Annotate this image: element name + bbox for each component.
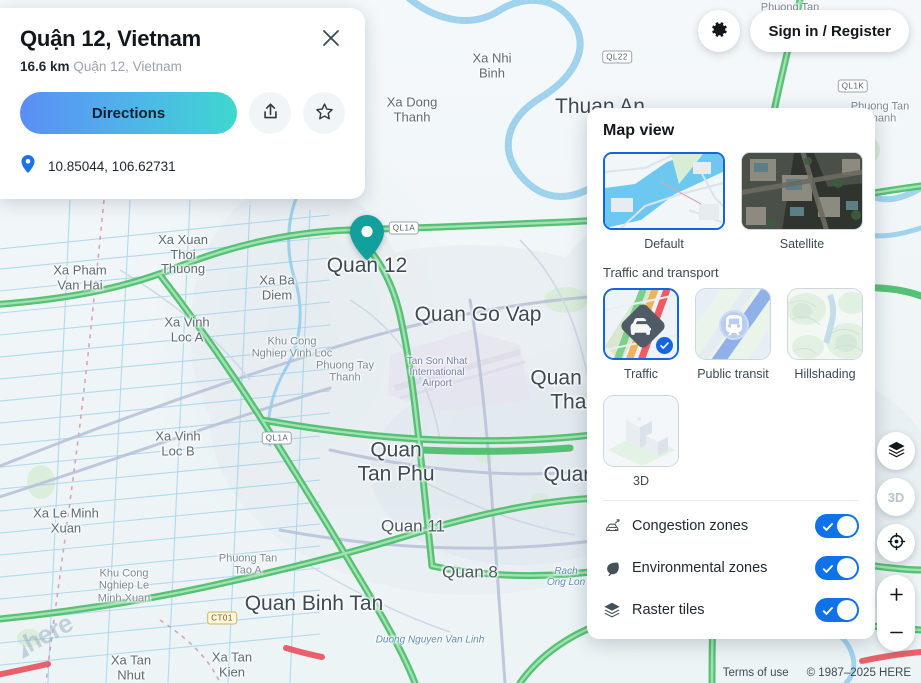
road-shield: QL22 <box>602 50 632 64</box>
top-right-controls: Sign in / Register <box>698 10 909 52</box>
traffic-transport-section-label: Traffic and transport <box>603 265 719 280</box>
place-card-header: Quận 12, Vietnam <box>20 26 345 52</box>
base-style-row: Default Satellite <box>603 152 863 251</box>
zoom-out-button[interactable] <box>877 613 915 651</box>
map-marker-pin[interactable] <box>348 214 386 262</box>
map-style-satellite[interactable]: Satellite <box>741 152 863 251</box>
map-control-stack: 3D <box>877 432 915 570</box>
overlay-public-transit[interactable]: Public transit <box>695 288 771 381</box>
overlay-public-transit-label: Public transit <box>697 367 769 381</box>
compass-locate-icon <box>887 532 906 554</box>
layers-button[interactable] <box>877 432 915 470</box>
zoom-controls <box>877 575 915 651</box>
overlay-traffic-label: Traffic <box>623 367 659 381</box>
switch-knob <box>837 558 857 578</box>
coordinates-text: 10.85044, 106.62731 <box>48 159 176 174</box>
settings-button[interactable] <box>698 10 741 52</box>
favorite-button[interactable] <box>303 92 345 134</box>
road-shield: QL1K <box>837 79 869 93</box>
place-coordinates-row: 10.85044, 106.62731 <box>20 154 345 179</box>
overlay-row-2: 3D <box>603 395 859 488</box>
leaf-icon <box>603 560 621 577</box>
layers-icon <box>603 601 621 619</box>
check-icon <box>822 604 834 622</box>
place-card-actions: Directions <box>20 92 345 134</box>
congestion-icon <box>603 518 621 535</box>
overlay-public-transit-thumb <box>695 288 771 360</box>
map-style-satellite-label: Satellite <box>779 237 825 251</box>
sign-in-register-button[interactable]: Sign in / Register <box>750 10 909 52</box>
toggle-congestion-zones[interactable]: Congestion zones <box>603 505 859 547</box>
terms-of-use-link[interactable]: Terms of use <box>723 667 789 679</box>
toggle-congestion-zones-label: Congestion zones <box>632 518 749 534</box>
place-address: Quận 12, Vietnam <box>73 59 182 74</box>
map-style-default-thumb <box>603 152 725 230</box>
star-icon <box>315 102 334 124</box>
check-icon <box>656 337 673 354</box>
place-distance: 16.6 km <box>20 59 70 74</box>
panel-divider <box>603 500 859 501</box>
page-title: Quận 12, Vietnam <box>20 26 202 51</box>
switch-knob <box>837 600 857 620</box>
overlay-hillshading-label: Hillshading <box>794 367 856 381</box>
map-view-panel: Map view Default Satellite Traffic and t… <box>587 108 875 639</box>
road-shield: QL1A <box>388 221 420 235</box>
road-shield: QL1A <box>261 431 293 445</box>
map-pin-icon <box>20 154 36 179</box>
overlay-traffic[interactable]: Traffic <box>603 288 679 381</box>
gear-icon <box>710 20 729 42</box>
locate-button[interactable] <box>877 524 915 562</box>
road-shield: CT01 <box>207 611 237 625</box>
check-icon <box>822 562 834 580</box>
map-style-satellite-thumb <box>741 152 863 230</box>
place-subtitle: 16.6 km Quận 12, Vietnam <box>20 59 345 74</box>
map-style-default[interactable]: Default <box>603 152 725 251</box>
close-icon[interactable] <box>317 24 345 52</box>
toggle-environmental-zones-switch[interactable] <box>815 556 859 580</box>
toggle-raster-tiles-switch[interactable] <box>815 598 859 622</box>
three-d-label: 3D <box>887 489 905 505</box>
zoom-in-button[interactable] <box>877 575 915 613</box>
three-d-button[interactable]: 3D <box>877 478 915 516</box>
copyright-text: © 1987–2025 HERE <box>806 667 911 679</box>
overlay-3d-thumb <box>603 395 679 467</box>
toggle-environmental-zones-label: Environmental zones <box>632 560 768 576</box>
map-style-default-label: Default <box>644 237 684 251</box>
toggle-raster-tiles[interactable]: Raster tiles <box>603 589 859 631</box>
overlay-3d[interactable]: 3D <box>603 395 679 488</box>
share-icon <box>261 102 280 124</box>
layers-icon <box>887 440 906 462</box>
overlay-hillshading-thumb <box>787 288 863 360</box>
place-info-card: Quận 12, Vietnam 16.6 km Quận 12, Vietna… <box>0 8 365 199</box>
overlay-hillshading[interactable]: Hillshading <box>787 288 863 381</box>
overlay-traffic-thumb <box>603 288 679 360</box>
toggle-congestion-zones-switch[interactable] <box>815 514 859 538</box>
toggle-raster-tiles-label: Raster tiles <box>632 602 705 618</box>
overlay-3d-label: 3D <box>633 474 649 488</box>
switch-knob <box>837 516 857 536</box>
share-button[interactable] <box>249 92 291 134</box>
map-footer: Terms of use © 1987–2025 HERE <box>723 667 911 679</box>
directions-button[interactable]: Directions <box>20 92 237 134</box>
here-maps-app: Xa Nhi Binh Thuan An Xa Dong Thanh Phuong T… <box>0 0 921 683</box>
overlay-row-1: Traffic Public transit Hillshading <box>603 288 863 381</box>
toggle-environmental-zones[interactable]: Environmental zones <box>603 547 859 589</box>
map-view-title: Map view <box>603 122 675 139</box>
check-icon <box>822 520 834 538</box>
